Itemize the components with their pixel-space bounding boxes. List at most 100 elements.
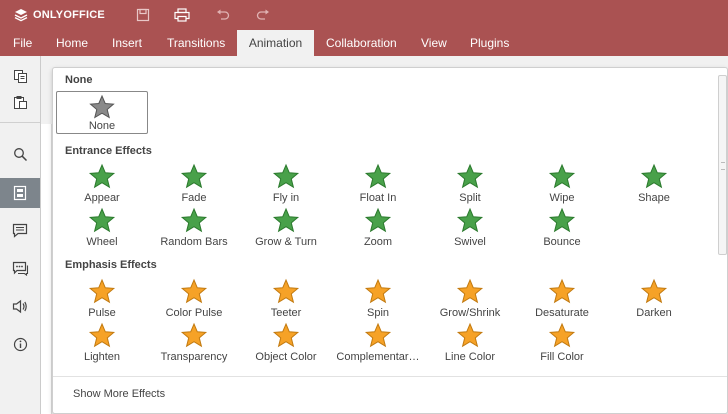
none-section-title: None: [65, 74, 93, 86]
effect-complementar[interactable]: Complementar…: [332, 322, 424, 366]
effect-darken[interactable]: Darken: [608, 278, 700, 322]
effect-label: Random Bars: [160, 236, 228, 248]
star-icon: [88, 207, 116, 233]
info-icon: [13, 337, 27, 351]
tab-plugins[interactable]: Plugins: [458, 30, 521, 56]
search-button[interactable]: [0, 140, 40, 168]
effect-label: Teeter: [270, 307, 302, 319]
panel-scrollbar[interactable]: [718, 75, 727, 255]
effect-pulse[interactable]: Pulse: [56, 278, 148, 322]
undo-icon: [217, 9, 230, 20]
effect-bounce[interactable]: Bounce: [516, 207, 608, 251]
tab-view[interactable]: View: [409, 30, 459, 56]
effect-label: Shape: [638, 192, 670, 204]
star-icon: [364, 163, 392, 189]
effect-label: Transparency: [160, 351, 228, 363]
paste-button[interactable]: [0, 88, 40, 116]
effect-desaturate[interactable]: Desaturate: [516, 278, 608, 322]
redo-button[interactable]: [254, 6, 272, 24]
star-icon: [456, 207, 484, 233]
slide-thumbnail-strip: [41, 124, 52, 414]
star-icon: [456, 163, 484, 189]
effect-float-in[interactable]: Float In: [332, 163, 424, 207]
effect-lighten[interactable]: Lighten: [56, 322, 148, 366]
effect-fly-in[interactable]: Fly in: [240, 163, 332, 207]
effect-shape[interactable]: Shape: [608, 163, 700, 207]
effect-label: Float In: [359, 192, 397, 204]
effect-label: Appear: [84, 192, 120, 204]
emphasis-section-title: Emphasis Effects: [65, 259, 157, 271]
slides-icon: [13, 185, 27, 201]
save-icon: [136, 8, 150, 22]
effect-label: Fill Color: [540, 351, 584, 363]
effect-label: Grow/Shrink: [439, 307, 501, 319]
star-icon: [364, 278, 392, 304]
effect-spin[interactable]: Spin: [332, 278, 424, 322]
star-icon: [548, 163, 576, 189]
star-icon: [180, 322, 208, 348]
comments-icon: [12, 223, 28, 238]
effect-split[interactable]: Split: [424, 163, 516, 207]
effect-none[interactable]: None: [56, 91, 148, 134]
star-icon: [180, 278, 208, 304]
effect-random-bars[interactable]: Random Bars: [148, 207, 240, 251]
effect-grow-shrink[interactable]: Grow/Shrink: [424, 278, 516, 322]
effect-color-pulse[interactable]: Color Pulse: [148, 278, 240, 322]
effect-line-color[interactable]: Line Color: [424, 322, 516, 366]
print-icon: [174, 8, 190, 22]
effect-label: Object Color: [255, 351, 317, 363]
title-bar: ONLYOFFICE: [0, 0, 728, 30]
show-more-effects-link[interactable]: Show More Effects: [73, 388, 165, 400]
star-icon: [272, 278, 300, 304]
chat-button[interactable]: [0, 254, 40, 282]
entrance-section-title: Entrance Effects: [65, 145, 152, 157]
search-icon: [13, 147, 27, 161]
effect-fill-color[interactable]: Fill Color: [516, 322, 608, 366]
slides-button[interactable]: [0, 178, 40, 208]
star-icon: [640, 163, 668, 189]
tab-collaboration[interactable]: Collaboration: [314, 30, 409, 56]
chat-icon: [12, 261, 28, 276]
star-icon: [88, 278, 116, 304]
tab-file[interactable]: File: [1, 30, 44, 56]
tab-insert[interactable]: Insert: [100, 30, 154, 56]
print-button[interactable]: [173, 6, 191, 24]
star-icon: [456, 322, 484, 348]
effect-label: Zoom: [363, 236, 393, 248]
speaker-icon: [12, 299, 27, 313]
effect-wheel[interactable]: Wheel: [56, 207, 148, 251]
tab-animation[interactable]: Animation: [237, 30, 314, 56]
tab-home[interactable]: Home: [44, 30, 100, 56]
effect-wipe[interactable]: Wipe: [516, 163, 608, 207]
star-icon: [89, 95, 115, 119]
effect-swivel[interactable]: Swivel: [424, 207, 516, 251]
comments-button[interactable]: [0, 216, 40, 244]
star-icon: [364, 322, 392, 348]
effect-label: Swivel: [454, 236, 486, 248]
tab-transitions[interactable]: Transitions: [155, 30, 237, 56]
effect-appear[interactable]: Appear: [56, 163, 148, 207]
toolbar-divider: [0, 122, 40, 123]
effect-label: Wheel: [86, 236, 118, 248]
copy-icon: [13, 69, 27, 83]
undo-button[interactable]: [214, 6, 232, 24]
copy-button[interactable]: [0, 62, 40, 90]
effect-teeter[interactable]: Teeter: [240, 278, 332, 322]
effect-label: Bounce: [543, 236, 581, 248]
save-button[interactable]: [134, 6, 152, 24]
speaker-button[interactable]: [0, 292, 40, 320]
effect-grow-turn[interactable]: Grow & Turn: [240, 207, 332, 251]
effect-transparency[interactable]: Transparency: [148, 322, 240, 366]
scrollbar-grip[interactable]: [721, 162, 725, 170]
star-icon: [548, 322, 576, 348]
star-icon: [548, 207, 576, 233]
animation-effects-dropdown: None None Entrance Effects Emphasis Effe…: [52, 67, 728, 414]
star-icon: [272, 207, 300, 233]
effect-object-color[interactable]: Object Color: [240, 322, 332, 366]
star-icon: [364, 207, 392, 233]
effect-label: Darken: [636, 307, 672, 319]
effect-fade[interactable]: Fade: [148, 163, 240, 207]
effect-zoom[interactable]: Zoom: [332, 207, 424, 251]
effect-label: Complementar…: [336, 351, 420, 363]
info-button[interactable]: [0, 330, 40, 358]
